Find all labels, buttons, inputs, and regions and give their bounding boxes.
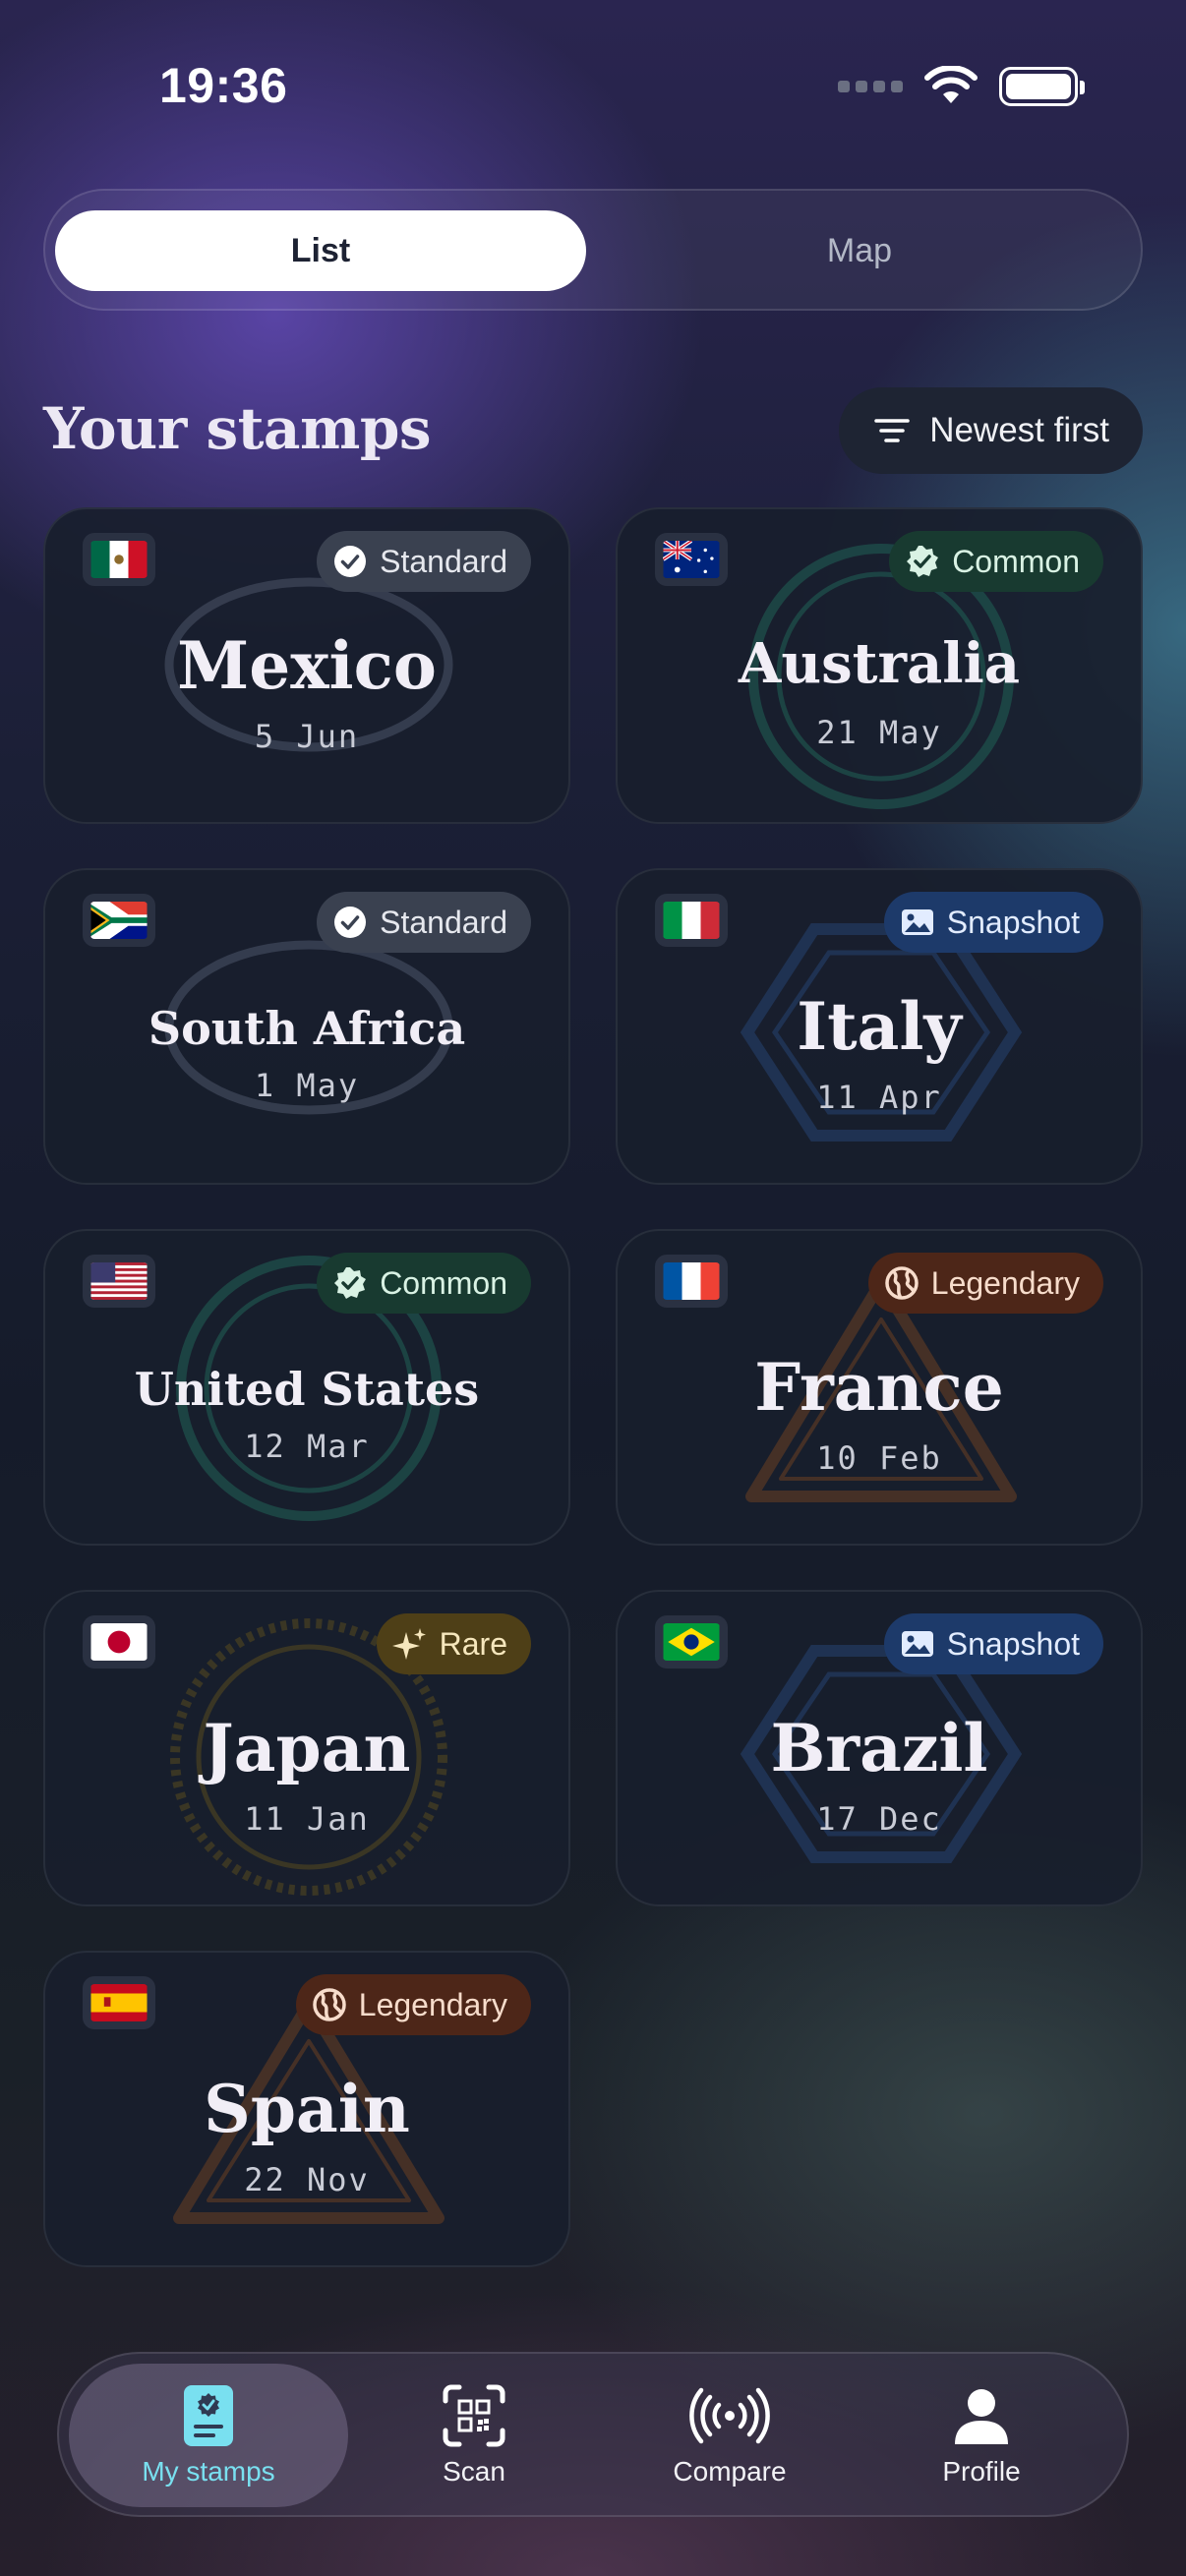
stamp-name: Brazil: [770, 1710, 988, 1786]
nav-label: Compare: [673, 2456, 787, 2487]
page-title: Your stamps: [43, 395, 432, 462]
australia-flag-icon: [655, 533, 728, 586]
nav-my-stamps[interactable]: My stamps: [69, 2364, 348, 2507]
person-icon: [955, 2389, 1008, 2444]
stamp-card-brazil[interactable]: Snapshot Brazil 17 Dec: [616, 1590, 1143, 1906]
badge-standard: Standard: [317, 892, 531, 953]
sort-lines-icon: [874, 419, 910, 442]
view-toggle: List Map: [43, 189, 1143, 311]
stamp-name: Australia: [738, 631, 1021, 696]
badge-legendary: Legendary: [295, 1974, 531, 2035]
stamp-date: 22 Nov: [244, 2161, 370, 2198]
stamp-card-japan[interactable]: Rare Japan 11 Jan: [43, 1590, 570, 1906]
stamp-card-south-africa[interactable]: Standard South Africa 1 May: [43, 868, 570, 1185]
badge-legendary: Legendary: [867, 1253, 1103, 1314]
sort-label: Newest first: [929, 411, 1109, 449]
check-circle-icon: [332, 544, 368, 579]
nav-label: My stamps: [142, 2456, 275, 2487]
stamp-name: Japan: [203, 1710, 411, 1786]
italy-flag-icon: [655, 894, 728, 947]
badge-label: Snapshot: [946, 1625, 1080, 1662]
badge-label: Legendary: [930, 1264, 1080, 1301]
badge-snapshot: Snapshot: [883, 892, 1103, 953]
image-icon: [900, 1626, 935, 1662]
badge-label: Snapshot: [946, 904, 1080, 940]
stamp-name: South Africa: [148, 1002, 466, 1055]
badge-standard: Standard: [317, 531, 531, 592]
nav-label: Scan: [443, 2456, 505, 2487]
stamp-name: France: [754, 1349, 1004, 1426]
bottom-nav: My stamps Scan Compare Profile: [57, 2352, 1129, 2517]
status-icons: [838, 63, 1085, 110]
status-time: 19:36: [159, 58, 288, 113]
sort-button[interactable]: Newest first: [839, 387, 1143, 474]
mexico-flag-icon: [83, 533, 155, 586]
stamp-date: 5 Jun: [254, 718, 360, 755]
stamp-date: 11 Apr: [816, 1079, 942, 1116]
usa-flag-icon: [83, 1255, 155, 1308]
stamp-name: Italy: [797, 988, 962, 1065]
stamp-date: 17 Dec: [816, 1800, 942, 1838]
stamp-date: 11 Jan: [244, 1800, 370, 1838]
badge-label: Standard: [380, 904, 507, 940]
battery-icon: [999, 67, 1085, 106]
nav-compare[interactable]: Compare: [590, 2364, 869, 2507]
stamp-date: 10 Feb: [816, 1439, 942, 1477]
stamp-card-spain[interactable]: Legendary Spain 22 Nov: [43, 1951, 570, 2267]
badge-label: Common: [952, 543, 1080, 579]
brazil-flag-icon: [655, 1615, 728, 1669]
verified-seal-icon: [905, 544, 940, 579]
verified-seal-icon: [332, 1265, 368, 1301]
stamp-card-australia[interactable]: Common Australia 21 May: [616, 507, 1143, 824]
stamp-name: Spain: [204, 2071, 410, 2147]
stamp-name: United States: [134, 1363, 480, 1416]
stamp-card-italy[interactable]: Snapshot Italy 11 Apr: [616, 868, 1143, 1185]
south-africa-flag-icon: [83, 894, 155, 947]
nav-profile[interactable]: Profile: [842, 2364, 1121, 2507]
globe-icon: [312, 1987, 347, 2022]
badge-label: Standard: [380, 543, 507, 579]
spain-flag-icon: [83, 1976, 155, 2029]
stamp-card-france[interactable]: Legendary France 10 Feb: [616, 1229, 1143, 1546]
broadcast-icon: [689, 2387, 770, 2444]
qr-scan-icon: [443, 2384, 505, 2447]
badge-snapshot: Snapshot: [883, 1613, 1103, 1674]
badge-label: Legendary: [358, 1986, 507, 2022]
stamp-card-icon: [184, 2385, 233, 2446]
sparkle-icon: [391, 1626, 428, 1662]
stamp-date: 1 May: [254, 1067, 360, 1104]
japan-flag-icon: [83, 1615, 155, 1669]
globe-icon: [884, 1265, 919, 1301]
cellular-signal-icon: [838, 81, 903, 92]
badge-label: Common: [380, 1264, 507, 1301]
badge-common: Common: [889, 531, 1103, 592]
stamp-card-united-states[interactable]: Common United States 12 Mar: [43, 1229, 570, 1546]
check-circle-icon: [332, 905, 368, 940]
nav-scan[interactable]: Scan: [334, 2364, 614, 2507]
france-flag-icon: [655, 1255, 728, 1308]
stamp-name: Mexico: [177, 627, 437, 704]
stamp-date: 21 May: [816, 714, 942, 751]
badge-rare: Rare: [376, 1613, 531, 1674]
image-icon: [900, 905, 935, 940]
map-tab[interactable]: Map: [594, 210, 1125, 291]
badge-label: Rare: [439, 1625, 507, 1662]
badge-common: Common: [317, 1253, 531, 1314]
stamp-date: 12 Mar: [244, 1428, 370, 1465]
list-tab[interactable]: List: [55, 210, 586, 291]
nav-label: Profile: [942, 2456, 1021, 2487]
wifi-icon: [924, 66, 978, 103]
stamp-card-mexico[interactable]: Standard Mexico 5 Jun: [43, 507, 570, 824]
